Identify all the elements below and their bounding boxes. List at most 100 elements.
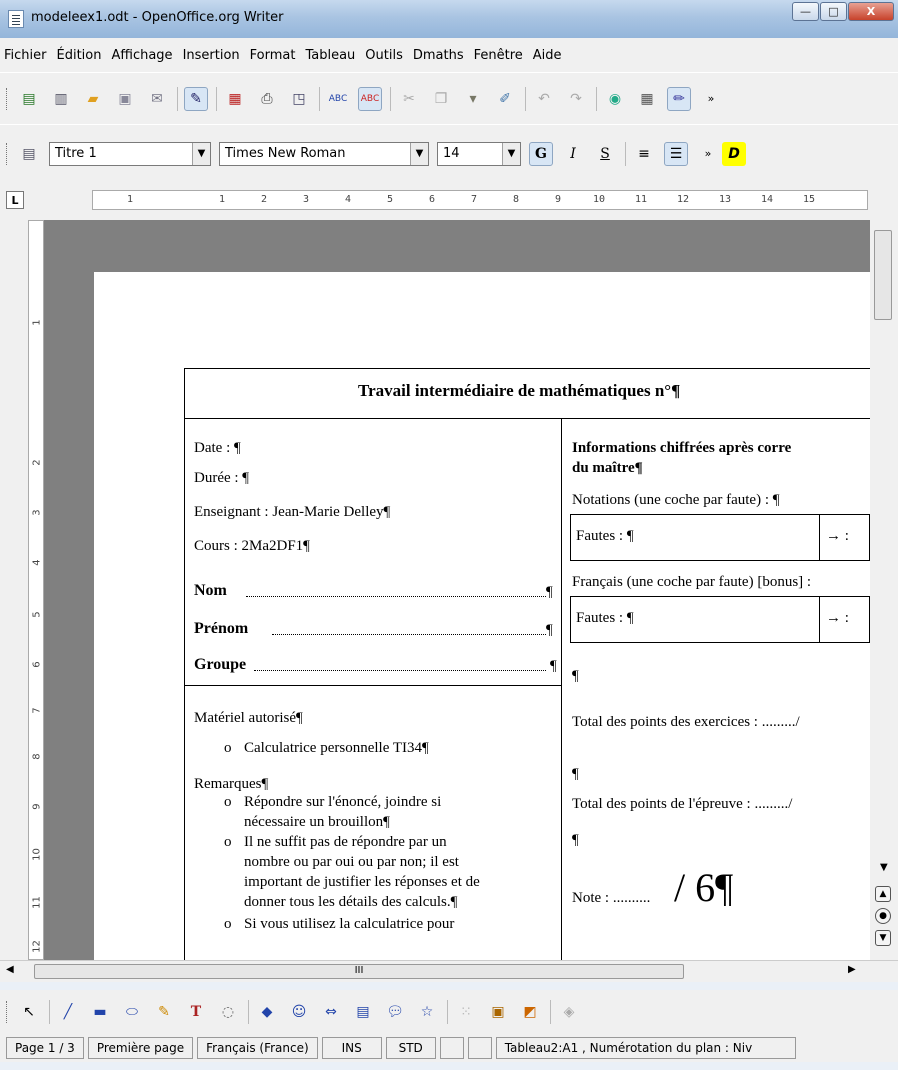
extrusion-icon[interactable]: ◈ <box>557 1000 581 1024</box>
arrow-cell[interactable]: → : <box>826 610 849 627</box>
paragraph-style-select[interactable]: Titre 1 ▼ <box>49 141 211 166</box>
underline-button[interactable]: S <box>593 142 617 166</box>
navigator-icon[interactable]: ◉ <box>603 87 627 111</box>
empty-paragraph[interactable]: ¶ <box>572 668 579 685</box>
groupe-label[interactable]: Groupe <box>194 656 246 674</box>
note-value[interactable]: / 6¶ <box>674 864 733 911</box>
points-icon[interactable]: ⁙ <box>454 1000 478 1024</box>
fautes-cell[interactable]: Fautes : ¶ <box>576 610 634 627</box>
save-icon[interactable]: ▣ <box>113 87 137 111</box>
freeform-icon[interactable]: ✎ <box>152 1000 176 1024</box>
info-title[interactable]: Informations chiffrées après corre <box>572 440 791 457</box>
francais-line[interactable]: Français (une coche par faute) [bonus] : <box>572 574 811 591</box>
cours-line[interactable]: Cours : 2Ma2DF1¶ <box>194 538 310 555</box>
open-icon[interactable]: ▰ <box>81 87 105 111</box>
prenom-field[interactable] <box>272 634 546 635</box>
scroll-left-icon[interactable]: ◀ <box>6 964 14 975</box>
remarque-line[interactable]: Répondre sur l'énoncé, joindre si <box>244 794 441 811</box>
selection-mode[interactable]: STD <box>385 1037 436 1059</box>
italic-button[interactable]: I <box>561 142 585 166</box>
duree-line[interactable]: Durée : ¶ <box>194 470 249 487</box>
menu-format[interactable]: Format <box>250 48 296 63</box>
tab-stop-selector[interactable]: L <box>6 191 24 209</box>
menu-edition[interactable]: Édition <box>57 48 102 63</box>
remarque-line[interactable]: important de justifier les réponses et d… <box>244 874 480 891</box>
image-insert-icon[interactable]: ◩ <box>518 1000 542 1024</box>
toolbar-grip[interactable] <box>6 142 9 165</box>
templates-icon[interactable]: ▥ <box>49 87 73 111</box>
empty-paragraph[interactable]: ¶ <box>572 766 579 783</box>
menu-aide[interactable]: Aide <box>533 48 562 63</box>
digital-signature-indicator[interactable] <box>467 1037 492 1059</box>
note-label[interactable]: Note : .......... <box>572 890 650 907</box>
ellipse-icon[interactable]: ⬭ <box>120 1000 144 1024</box>
pdf-icon[interactable]: ▦ <box>223 87 247 111</box>
remarque-line[interactable]: nécessaire un brouillon¶ <box>244 814 390 831</box>
next-page-icon[interactable]: ▼ <box>875 930 891 946</box>
nom-field[interactable] <box>246 596 546 597</box>
chevron-down-icon[interactable]: ▼ <box>502 142 520 165</box>
info-title-continued[interactable]: du maître¶ <box>572 460 643 477</box>
email-icon[interactable]: ✉ <box>145 87 169 111</box>
horizontal-ruler[interactable]: 1 1 2 3 4 5 6 7 8 9 10 11 12 13 14 15 <box>92 190 868 210</box>
document-table[interactable]: Travail intermédiaire de mathématiques n… <box>184 368 870 960</box>
callout-icon[interactable]: ◌ <box>216 1000 240 1024</box>
stars-icon[interactable]: ☆ <box>415 1000 439 1024</box>
remarque-line[interactable]: Il ne suffit pas de répondre par un <box>244 834 447 851</box>
draw-functions-icon[interactable]: ✏ <box>667 86 691 111</box>
menu-outils[interactable]: Outils <box>365 48 403 63</box>
menu-insertion[interactable]: Insertion <box>183 48 240 63</box>
font-size-select[interactable]: 14 ▼ <box>437 141 521 166</box>
writer-app-icon[interactable] <box>8 10 24 28</box>
menu-fenetre[interactable]: Fenêtre <box>474 48 523 63</box>
maximize-button[interactable]: □ <box>820 2 847 21</box>
redo-icon[interactable]: ↷ <box>564 87 588 111</box>
paste-icon[interactable]: ▾ <box>461 87 485 111</box>
materiel-item[interactable]: Calculatrice personnelle TI34¶ <box>244 740 429 757</box>
undo-icon[interactable]: ↶ <box>532 87 556 111</box>
empty-paragraph[interactable]: ¶ <box>572 832 579 849</box>
vertical-ruler[interactable]: 1 2 3 4 5 6 7 8 9 10 11 12 <box>28 220 44 960</box>
print-icon[interactable]: ⎙ <box>255 87 279 111</box>
remarque-line[interactable]: nombre ou par oui ou par non; il est <box>244 854 459 871</box>
autospell-icon[interactable]: ABC <box>358 86 382 111</box>
toolbar-grip[interactable] <box>6 1001 9 1023</box>
horizontal-scroll-thumb[interactable]: III <box>34 964 684 979</box>
language-indicator[interactable]: Français (France) <box>197 1037 318 1059</box>
navigation-icon[interactable]: ● <box>875 908 891 924</box>
remarque-line[interactable]: donner tous les détails des calculs.¶ <box>244 894 457 911</box>
styles-icon[interactable]: ▤ <box>17 142 41 166</box>
toolbar-overflow-icon[interactable]: » <box>699 87 723 111</box>
toolbar-grip[interactable] <box>6 87 9 110</box>
arrow-cell[interactable]: → : <box>826 528 849 545</box>
document-title[interactable]: Travail intermédiaire de mathématiques n… <box>358 381 680 401</box>
fautes-cell[interactable]: Fautes : ¶ <box>576 528 634 545</box>
modified-indicator[interactable] <box>439 1037 464 1059</box>
text-icon[interactable]: T <box>184 1000 208 1024</box>
callouts-icon[interactable]: 💬︎ <box>383 1000 407 1024</box>
vertical-scroll-thumb[interactable] <box>874 230 892 320</box>
chevron-down-icon[interactable]: ▼ <box>192 142 210 165</box>
minimize-button[interactable]: — <box>792 2 819 21</box>
copy-icon[interactable]: ❐ <box>429 87 453 111</box>
flowcharts-icon[interactable]: ▤ <box>351 1000 375 1024</box>
rectangle-icon[interactable]: ▬ <box>88 1000 112 1024</box>
horizontal-scrollbar[interactable]: ◀ III ▶ <box>0 960 898 982</box>
line-icon[interactable]: ╱ <box>56 1000 80 1024</box>
table-icon[interactable]: ▦ <box>635 87 659 111</box>
toolbar-overflow-icon[interactable]: » <box>696 142 720 166</box>
basic-shapes-icon[interactable]: ◆ <box>255 1000 279 1024</box>
align-center-icon[interactable]: ☰ <box>664 141 688 166</box>
chevron-down-icon[interactable]: ▼ <box>410 142 428 165</box>
previous-page-icon[interactable]: ▲ <box>875 886 891 902</box>
total-exercices-line[interactable]: Total des points des exercices : .......… <box>572 714 800 731</box>
fontwork-icon[interactable]: ▣ <box>486 1000 510 1024</box>
block-arrows-icon[interactable]: ⇔ <box>319 1000 343 1024</box>
scroll-right-icon[interactable]: ▶ <box>848 964 856 975</box>
menu-tableau[interactable]: Tableau <box>305 48 355 63</box>
page-style[interactable]: Première page <box>87 1037 194 1059</box>
notations-line[interactable]: Notations (une coche par faute) : ¶ <box>572 492 780 509</box>
cut-icon[interactable]: ✂ <box>397 87 421 111</box>
menu-affichage[interactable]: Affichage <box>111 48 172 63</box>
date-line[interactable]: Date : ¶ <box>194 440 241 457</box>
